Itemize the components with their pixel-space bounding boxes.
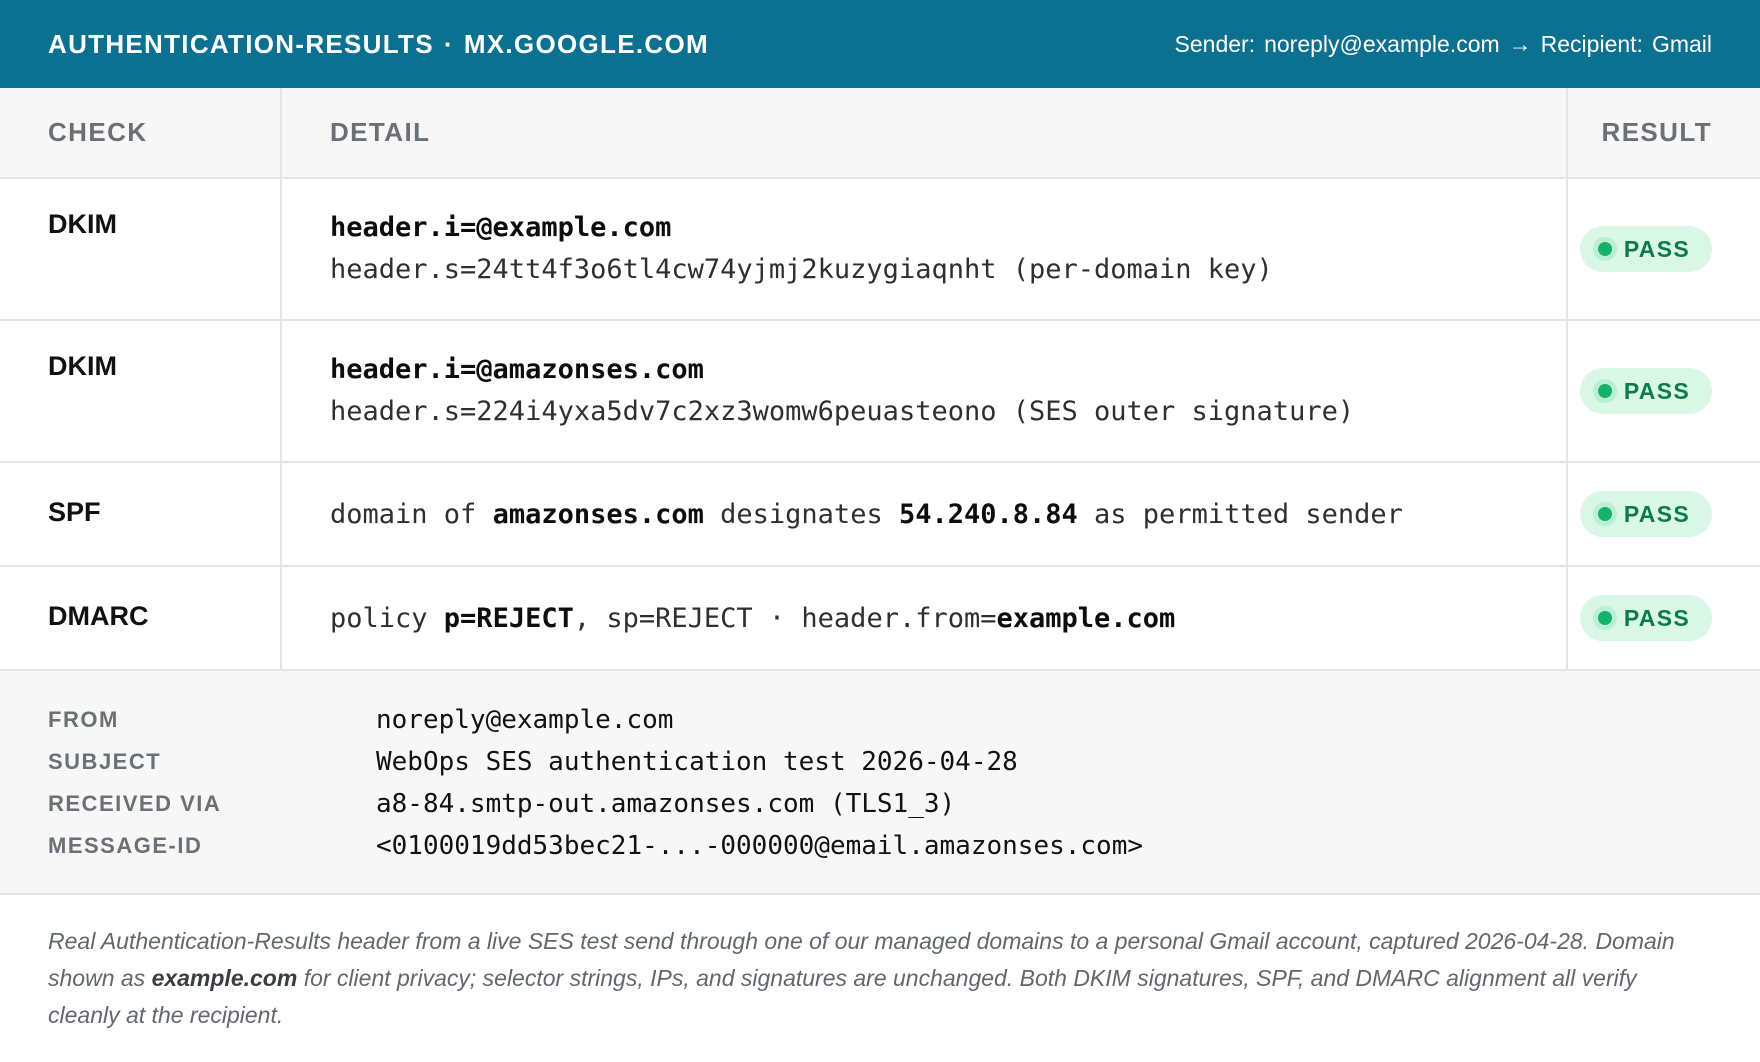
detail-text-part: , sp=REJECT · header.from= xyxy=(573,602,997,634)
detail-text: policy p=REJECT, sp=REJECT · header.from… xyxy=(330,603,1546,634)
sender-label: Sender: xyxy=(1174,30,1256,57)
table-row: DMARC policy p=REJECT, sp=REJECT · heade… xyxy=(0,566,1760,671)
auth-results-card: AUTHENTICATION-RESULTS · MX.GOOGLE.COM S… xyxy=(0,0,1760,1062)
status-badge-label: PASS xyxy=(1623,500,1690,527)
recipient-name: Gmail xyxy=(1651,30,1712,57)
meta-row-received: RECEIVED VIA a8-84.smtp-out.amazonses.co… xyxy=(48,783,1712,825)
results-table: CHECK DETAIL RESULT DKIM header.i=@examp… xyxy=(0,88,1760,671)
detail-identity: header.i=@amazonses.com xyxy=(330,354,704,385)
meta-label: SUBJECT xyxy=(48,749,162,774)
meta-label: MESSAGE-ID xyxy=(48,833,203,858)
check-detail: header.i=@amazonses.com header.s=224i4yx… xyxy=(280,320,1567,463)
meta-value-subject: WebOps SES authentication test 2026-04-2… xyxy=(376,747,1018,777)
meta-row-subject: SUBJECT WebOps SES authentication test 2… xyxy=(48,741,1712,783)
status-badge: PASS xyxy=(1579,226,1712,272)
spf-domain: amazonses.com xyxy=(492,498,704,530)
status-badge: PASS xyxy=(1579,491,1712,537)
column-header-check: CHECK xyxy=(0,88,281,179)
spf-ip: 54.240.8.84 xyxy=(898,498,1078,530)
header-title: AUTHENTICATION-RESULTS · MX.GOOGLE.COM xyxy=(48,29,709,60)
check-detail: domain of amazonses.com designates 54.24… xyxy=(280,462,1567,567)
meta-label: FROM xyxy=(48,707,119,732)
check-result: PASS xyxy=(1566,462,1760,567)
meta-value-message-id: <0100019dd53bec21-...-000000@email.amazo… xyxy=(376,831,1144,861)
meta-value-received: a8-84.smtp-out.amazonses.com (TLS1_3) xyxy=(376,789,956,819)
check-result: PASS xyxy=(1566,178,1760,321)
header-route: Sender: noreply@example.com → Recipient:… xyxy=(1175,31,1712,58)
meta-row-from: FROM noreply@example.com xyxy=(48,699,1712,741)
detail-text-part: policy xyxy=(330,602,444,634)
check-name: DKIM xyxy=(0,178,281,321)
column-header-result: RESULT xyxy=(1566,88,1760,179)
footnote: Real Authentication-Results header from … xyxy=(0,895,1760,1034)
status-badge-label: PASS xyxy=(1623,604,1690,631)
sender-address: noreply@example.com xyxy=(1264,30,1500,57)
check-name: DMARC xyxy=(0,566,281,671)
footnote-emphasis: example.com xyxy=(151,965,298,991)
status-dot-icon xyxy=(1597,384,1612,398)
recipient-label: Recipient: xyxy=(1540,30,1643,57)
dmarc-from-domain: example.com xyxy=(996,602,1176,634)
column-header-detail: DETAIL xyxy=(280,88,1567,179)
check-name: DKIM xyxy=(0,320,281,463)
status-dot-icon xyxy=(1597,242,1612,256)
detail-selector: header.s=224i4yxa5dv7c2xz3womw6peuasteon… xyxy=(330,396,1355,427)
dmarc-policy: p=REJECT xyxy=(443,602,574,634)
check-result: PASS xyxy=(1566,320,1760,463)
meta-value-from: noreply@example.com xyxy=(376,705,674,735)
status-badge-label: PASS xyxy=(1623,235,1690,262)
table-row: SPF domain of amazonses.com designates 5… xyxy=(0,462,1760,567)
meta-label: RECEIVED VIA xyxy=(48,791,222,816)
status-dot-icon xyxy=(1597,507,1612,521)
header-server: MX.GOOGLE.COM xyxy=(463,28,709,59)
detail-selector: header.s=24tt4f3o6tl4cw74yjmj2kuzygiaqnh… xyxy=(330,254,1273,285)
status-badge: PASS xyxy=(1579,595,1712,641)
header-separator: · xyxy=(443,28,454,59)
check-name: SPF xyxy=(0,462,281,567)
check-detail: header.i=@example.com header.s=24tt4f3o6… xyxy=(280,178,1567,321)
detail-identity: header.i=@example.com xyxy=(330,212,672,243)
meta-row-message-id: MESSAGE-ID <0100019dd53bec21-...-000000@… xyxy=(48,825,1712,867)
status-dot-icon xyxy=(1597,611,1612,625)
header-bar: AUTHENTICATION-RESULTS · MX.GOOGLE.COM S… xyxy=(0,0,1760,88)
status-badge: PASS xyxy=(1579,368,1712,414)
detail-text: domain of amazonses.com designates 54.24… xyxy=(330,499,1546,530)
table-header-row: CHECK DETAIL RESULT xyxy=(0,88,1760,179)
header-title-text: AUTHENTICATION-RESULTS xyxy=(48,28,434,59)
table-row: DKIM header.i=@example.com header.s=24tt… xyxy=(0,178,1760,321)
detail-text-part: as permitted sender xyxy=(1077,498,1403,530)
message-metadata: FROM noreply@example.com SUBJECT WebOps … xyxy=(0,671,1760,895)
status-badge-label: PASS xyxy=(1623,377,1690,404)
detail-text-part: domain of xyxy=(330,498,493,530)
check-result: PASS xyxy=(1566,566,1760,671)
arrow-right-icon: → xyxy=(1508,30,1532,57)
detail-text-part: designates xyxy=(703,498,899,530)
check-detail: policy p=REJECT, sp=REJECT · header.from… xyxy=(280,566,1567,671)
table-row: DKIM header.i=@amazonses.com header.s=22… xyxy=(0,320,1760,463)
